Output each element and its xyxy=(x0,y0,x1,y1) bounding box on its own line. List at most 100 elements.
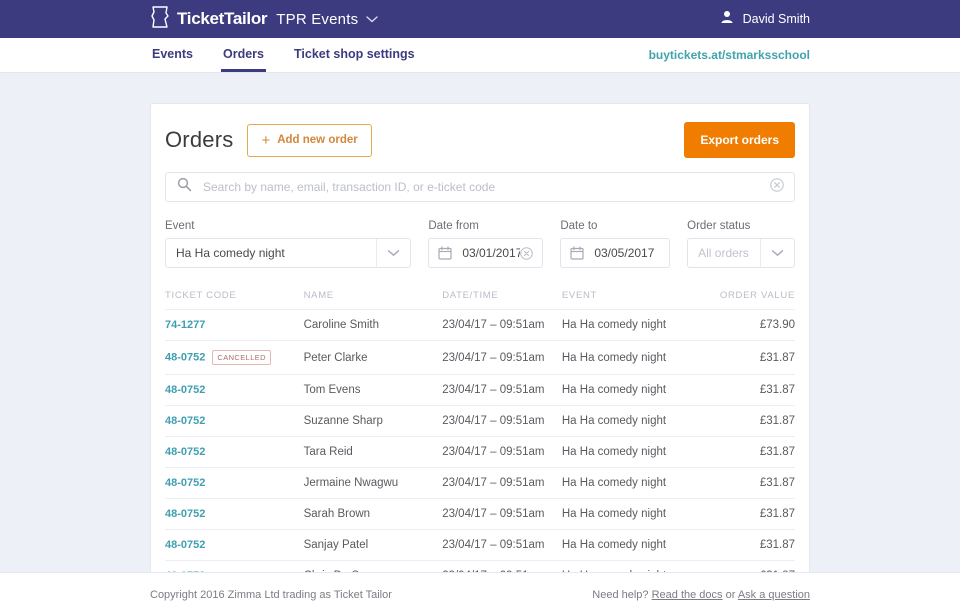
cell-name: Caroline Smith xyxy=(303,309,443,341)
cell-datetime: 23/04/17 – 09:51am xyxy=(442,309,562,341)
ticket-code-link[interactable]: 48-0752 xyxy=(165,508,205,520)
cell-datetime: 23/04/17 – 09:51am xyxy=(442,467,562,499)
table-row[interactable]: 48-0752 Sanjay Patel 23/04/17 – 09:51am Ha … xyxy=(165,529,795,561)
nav-item-orders[interactable]: Orders xyxy=(221,38,266,72)
cell-order-value: £31.87 xyxy=(700,405,795,437)
ticket-code-link[interactable]: 48-0752 xyxy=(165,352,205,364)
orders-table-head: TICKET CODE NAME DATE/TIME EVENT ORDER V… xyxy=(165,290,795,310)
user-menu[interactable]: David Smith xyxy=(720,10,810,29)
calendar-icon xyxy=(561,246,584,260)
nav-item-ticket-shop-settings[interactable]: Ticket shop settings xyxy=(292,38,417,72)
date-to-filter: Date to 03/05/2017 xyxy=(560,220,671,268)
cell-name: Tara Reid xyxy=(303,436,443,468)
search-input[interactable] xyxy=(203,180,770,194)
order-status-filter: Order status All orders xyxy=(687,220,796,268)
cell-ticket-code: 48-0752 xyxy=(165,374,304,406)
cell-ticket-code: 48-0752 xyxy=(165,436,304,468)
shop-url-link[interactable]: buytickets.at/stmarksschool xyxy=(649,38,810,72)
cell-order-value: £31.87 xyxy=(700,498,795,530)
cell-name: Sanjay Patel xyxy=(303,529,443,561)
cell-order-value: £31.87 xyxy=(700,467,795,499)
cell-ticket-code: 48-0752 CANCELLED xyxy=(165,340,304,375)
orders-table: TICKET CODE NAME DATE/TIME EVENT ORDER V… xyxy=(165,290,795,616)
ticket-code-link[interactable]: 48-0752 xyxy=(165,477,205,489)
ticket-code-link[interactable]: 48-0752 xyxy=(165,446,205,458)
table-row[interactable]: 48-0752 Tom Evens 23/04/17 – 09:51am Ha Ha … xyxy=(165,374,795,406)
page-title: Orders xyxy=(165,127,234,152)
table-row[interactable]: 48-0752 CANCELLED Peter Clarke 23/04/17 – 0… xyxy=(165,340,795,375)
column-ticket-code: TICKET CODE xyxy=(165,290,304,310)
date-from-filter: Date from 03/01/2017 xyxy=(428,220,544,268)
table-row[interactable]: 74-1277 Caroline Smith 23/04/17 – 09:51am H… xyxy=(165,309,795,341)
help-separator: or xyxy=(725,588,736,601)
status-badge: CANCELLED xyxy=(212,350,271,365)
event-filter-label: Event xyxy=(165,220,195,232)
table-row[interactable]: 48-0752 Suzanne Sharp 23/04/17 – 09:51am Ha… xyxy=(165,405,795,437)
add-new-order-button[interactable]: + Add new order xyxy=(247,123,372,157)
cell-ticket-code: 74-1277 xyxy=(165,309,304,341)
chevron-down-icon[interactable] xyxy=(376,239,410,267)
brand-logo[interactable]: TicketTailor xyxy=(150,5,268,34)
clear-circle-icon[interactable] xyxy=(520,246,542,260)
cell-order-value: £31.87 xyxy=(700,374,795,406)
cell-datetime: 23/04/17 – 09:51am xyxy=(442,529,562,561)
ask-a-question-link[interactable]: Ask a question xyxy=(738,589,810,601)
column-datetime: DATE/TIME xyxy=(442,290,562,310)
ticket-code-link[interactable]: 48-0752 xyxy=(165,539,205,551)
cell-datetime: 23/04/17 – 09:51am xyxy=(442,340,562,375)
account-name[interactable]: TPR Events xyxy=(276,11,358,28)
export-orders-button[interactable]: Export orders xyxy=(684,122,795,158)
cell-datetime: 23/04/17 – 09:51am xyxy=(442,436,562,468)
date-to-value: 03/05/2017 xyxy=(594,246,655,260)
user-avatar-icon xyxy=(720,10,734,29)
cell-event: Ha Ha comedy night xyxy=(561,405,701,437)
ticket-code-link[interactable]: 48-0752 xyxy=(165,415,205,427)
filter-row: Event Ha Ha comedy night Date from 03/01… xyxy=(165,220,796,268)
table-header-row: TICKET CODE NAME DATE/TIME EVENT ORDER V… xyxy=(165,290,795,310)
event-select[interactable]: Ha Ha comedy night xyxy=(165,238,412,268)
chevron-down-icon[interactable] xyxy=(760,239,794,267)
nav-item-events[interactable]: Events xyxy=(150,38,195,72)
date-to-label: Date to xyxy=(560,220,598,232)
read-the-docs-link[interactable]: Read the docs xyxy=(652,589,723,601)
cell-name: Jermaine Nwagwu xyxy=(303,467,443,499)
event-filter: Event Ha Ha comedy night xyxy=(165,220,412,268)
cell-event: Ha Ha comedy night xyxy=(561,467,701,499)
cell-name: Suzanne Sharp xyxy=(303,405,443,437)
cell-order-value: £73.90 xyxy=(700,309,795,341)
ticket-code-link[interactable]: 74-1277 xyxy=(165,319,205,331)
date-to-input[interactable]: 03/05/2017 xyxy=(560,238,671,268)
ticket-stub-icon xyxy=(150,5,170,34)
cell-datetime: 23/04/17 – 09:51am xyxy=(442,498,562,530)
brand-name: TicketTailor xyxy=(177,9,268,28)
cell-event: Ha Ha comedy night xyxy=(561,340,701,375)
order-status-label: Order status xyxy=(687,220,751,232)
date-from-input[interactable]: 03/01/2017 xyxy=(428,238,544,268)
cell-event: Ha Ha comedy night xyxy=(561,498,701,530)
main-navigation: Events Orders Ticket shop settings buyti… xyxy=(0,38,960,73)
cell-order-value: £31.87 xyxy=(700,529,795,561)
cell-name: Tom Evens xyxy=(303,374,443,406)
column-name: NAME xyxy=(303,290,443,310)
table-row[interactable]: 48-0752 Tara Reid 23/04/17 – 09:51am Ha Ha … xyxy=(165,436,795,468)
clear-circle-icon[interactable] xyxy=(770,177,784,197)
orders-table-body: 74-1277 Caroline Smith 23/04/17 – 09:51am H… xyxy=(165,309,795,616)
cell-event: Ha Ha comedy night xyxy=(561,309,701,341)
cell-event: Ha Ha comedy night xyxy=(561,374,701,406)
event-select-value: Ha Ha comedy night xyxy=(176,246,285,260)
cell-ticket-code: 48-0752 xyxy=(165,467,304,499)
cell-order-value: £31.87 xyxy=(700,436,795,468)
table-row[interactable]: 48-0752 Sarah Brown 23/04/17 – 09:51am Ha H… xyxy=(165,498,795,530)
help-prefix: Need help? xyxy=(592,588,649,601)
table-row[interactable]: 48-0752 Jermaine Nwagwu 23/04/17 – 09:51am… xyxy=(165,467,795,499)
date-from-label: Date from xyxy=(428,220,479,232)
chevron-down-icon[interactable] xyxy=(366,10,378,28)
column-order-value: ORDER VALUE xyxy=(700,290,795,310)
cell-ticket-code: 48-0752 xyxy=(165,405,304,437)
search-bar[interactable] xyxy=(165,172,795,202)
ticket-code-link[interactable]: 48-0752 xyxy=(165,384,205,396)
page-body: Orders + Add new order Export orders Sea… xyxy=(0,73,960,616)
order-status-select[interactable]: All orders xyxy=(687,238,796,268)
cell-event: Ha Ha comedy night xyxy=(561,529,701,561)
cell-datetime: 23/04/17 – 09:51am xyxy=(442,374,562,406)
